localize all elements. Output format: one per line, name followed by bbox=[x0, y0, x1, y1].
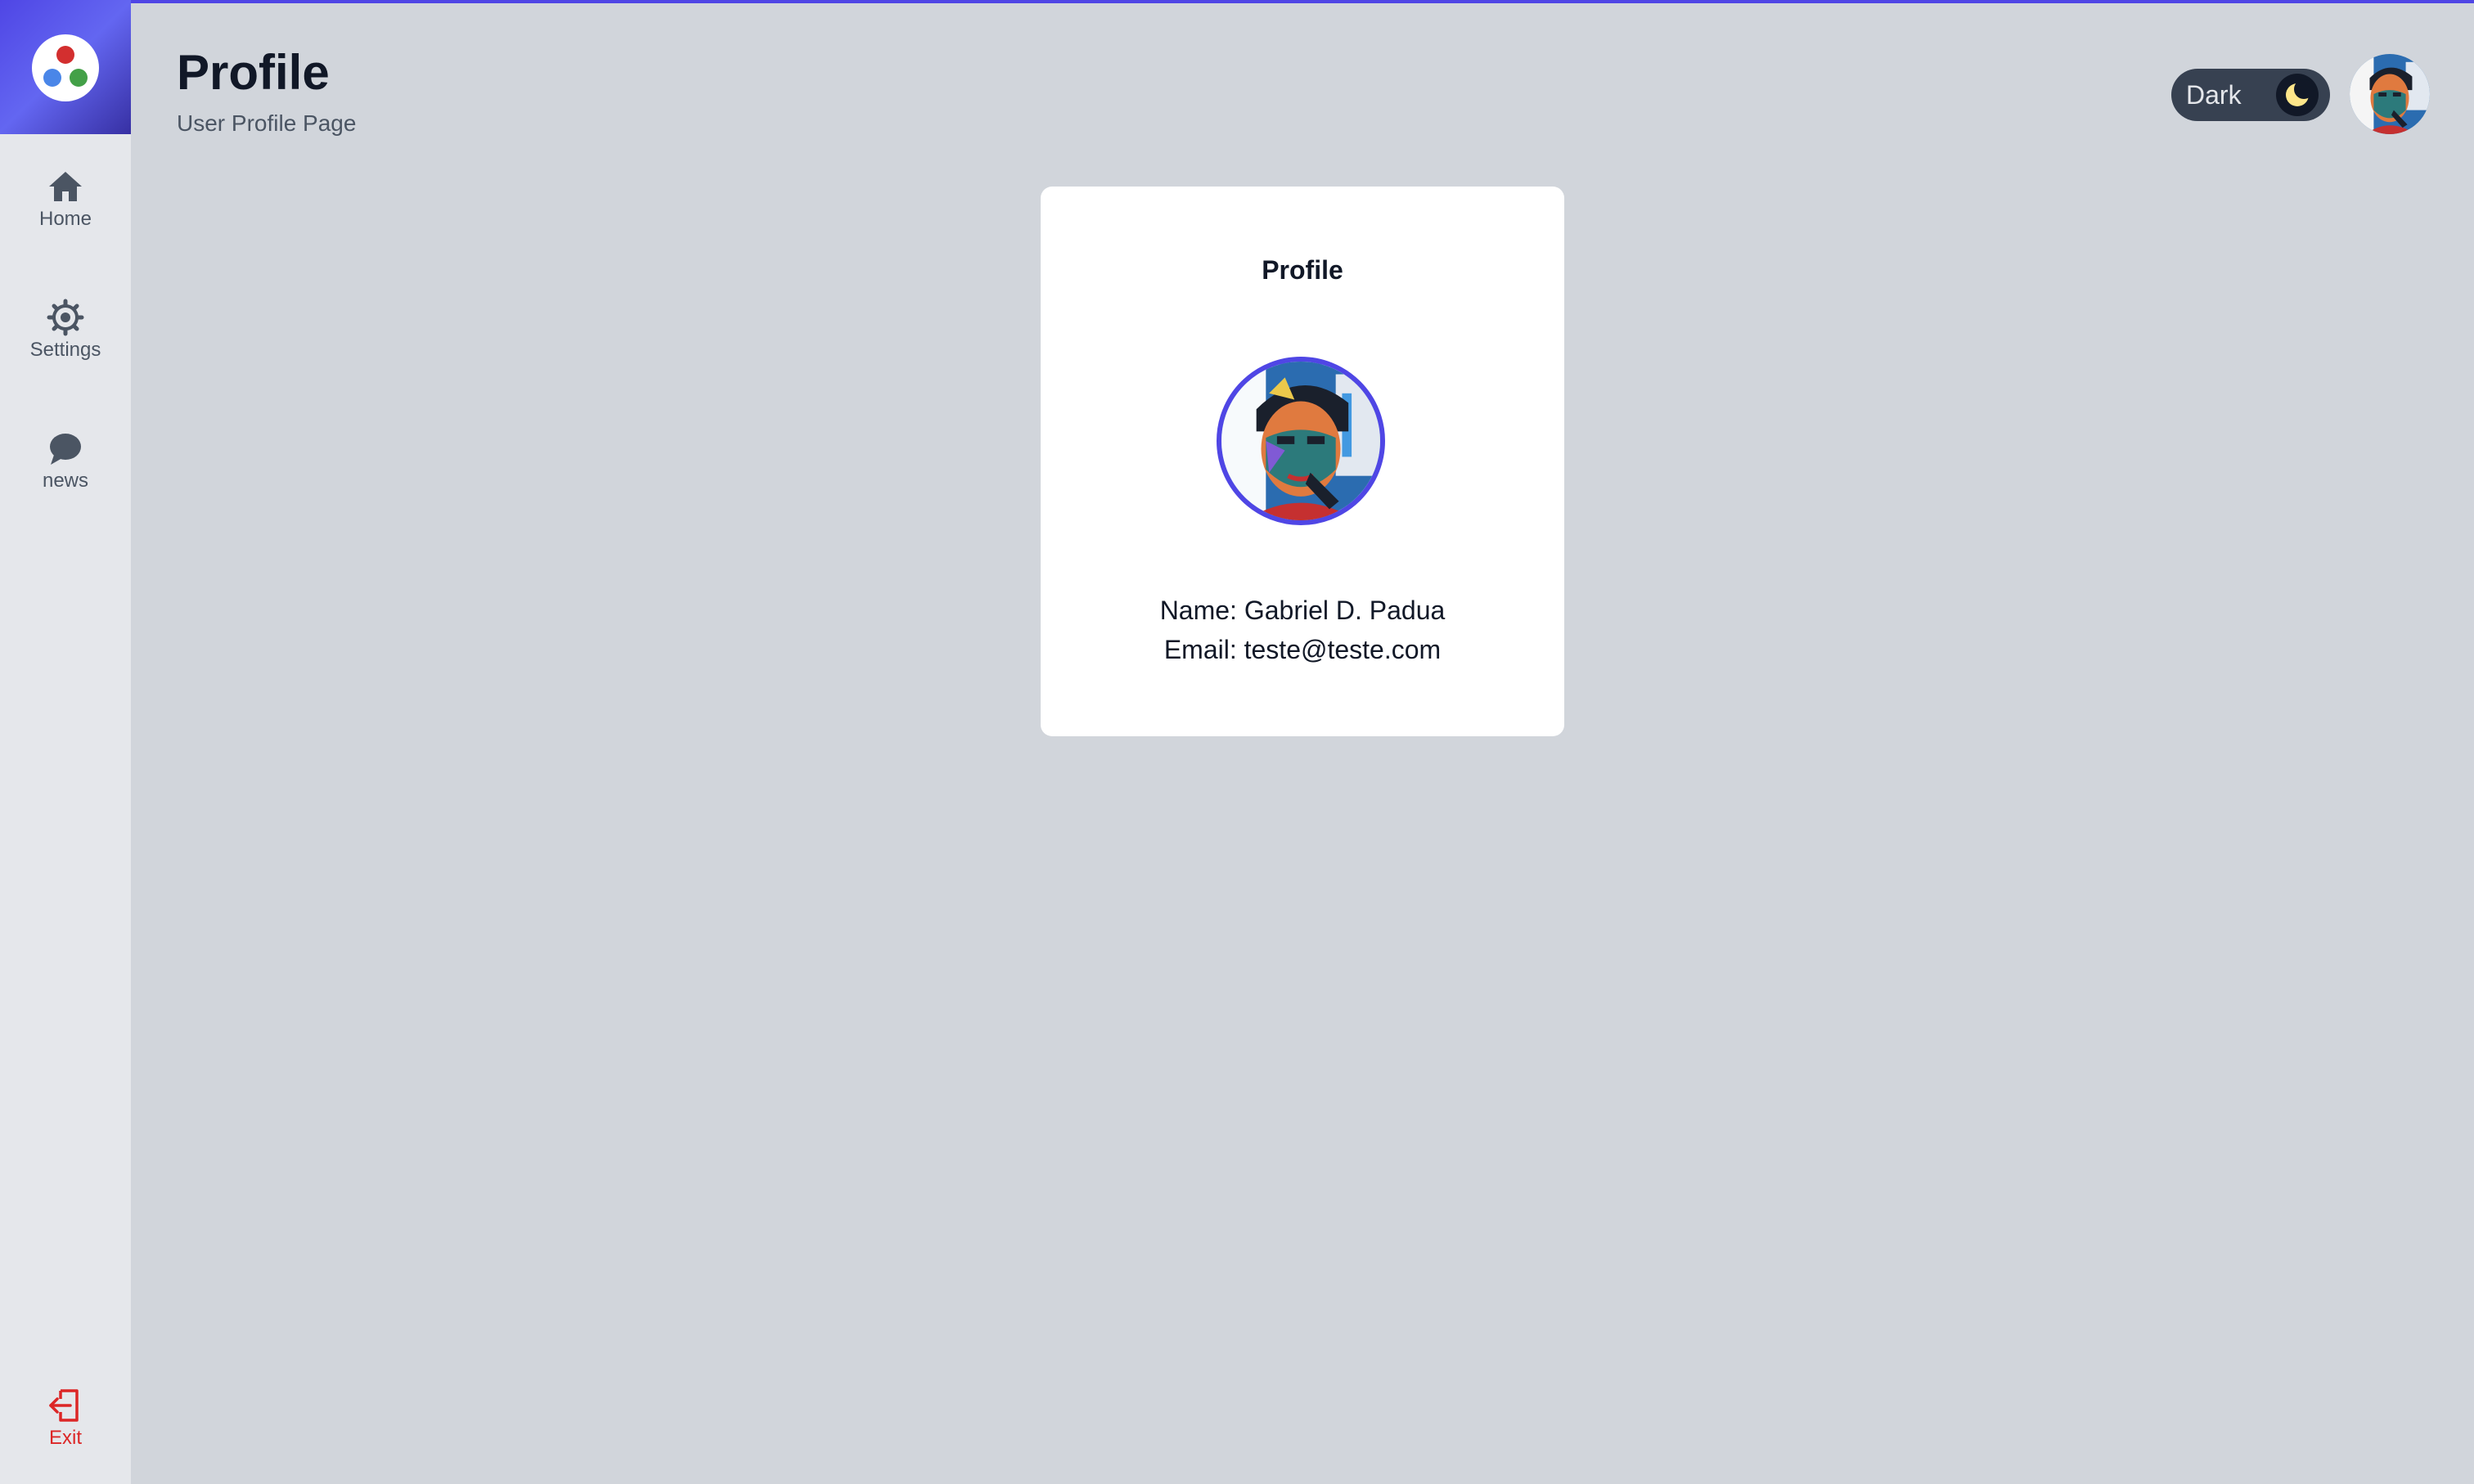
exit-button[interactable]: Exit bbox=[0, 1386, 131, 1476]
sidebar-item-label: Settings bbox=[29, 339, 101, 361]
gear-icon bbox=[47, 299, 84, 336]
avatar[interactable] bbox=[2350, 54, 2430, 134]
exit-label: Exit bbox=[48, 1427, 82, 1449]
app-logo bbox=[32, 34, 99, 101]
theme-toggle[interactable]: Dark bbox=[2171, 69, 2330, 121]
sidebar-item-news[interactable]: news bbox=[0, 429, 131, 519]
profile-avatar bbox=[1217, 357, 1385, 525]
moon-icon bbox=[2286, 79, 2314, 106]
sidebar-item-label: news bbox=[42, 470, 89, 492]
avatar-portrait bbox=[1221, 362, 1380, 520]
profile-card: Profile Name: Gabriel D. Padua Email: te… bbox=[1041, 187, 1564, 736]
profile-name: Name: Gabriel D. Padua bbox=[1159, 596, 1446, 625]
profile-card-title: Profile bbox=[1262, 255, 1343, 285]
theme-toggle-label: Dark bbox=[2186, 80, 2242, 110]
profile-email: Email: teste@teste.com bbox=[1163, 635, 1442, 664]
logo-red-dot bbox=[56, 46, 74, 64]
exit-icon bbox=[49, 1389, 79, 1422]
logo-container[interactable] bbox=[0, 0, 131, 134]
logo-blue-dot bbox=[43, 69, 61, 87]
logo-green-dot bbox=[70, 69, 88, 87]
top-accent-bar bbox=[0, 0, 2474, 3]
sidebar-item-home[interactable]: Home bbox=[0, 167, 131, 257]
sidebar-item-label: Home bbox=[38, 208, 92, 230]
sidebar: Home Settings news Exit bbox=[0, 0, 131, 1484]
home-icon bbox=[49, 172, 82, 201]
chat-bubble-icon bbox=[50, 434, 81, 465]
sidebar-item-settings[interactable]: Settings bbox=[0, 298, 131, 388]
avatar-portrait bbox=[2350, 54, 2430, 134]
theme-toggle-knob bbox=[2276, 74, 2319, 116]
page-subtitle: User Profile Page bbox=[177, 110, 357, 136]
page-title: Profile bbox=[177, 45, 330, 100]
